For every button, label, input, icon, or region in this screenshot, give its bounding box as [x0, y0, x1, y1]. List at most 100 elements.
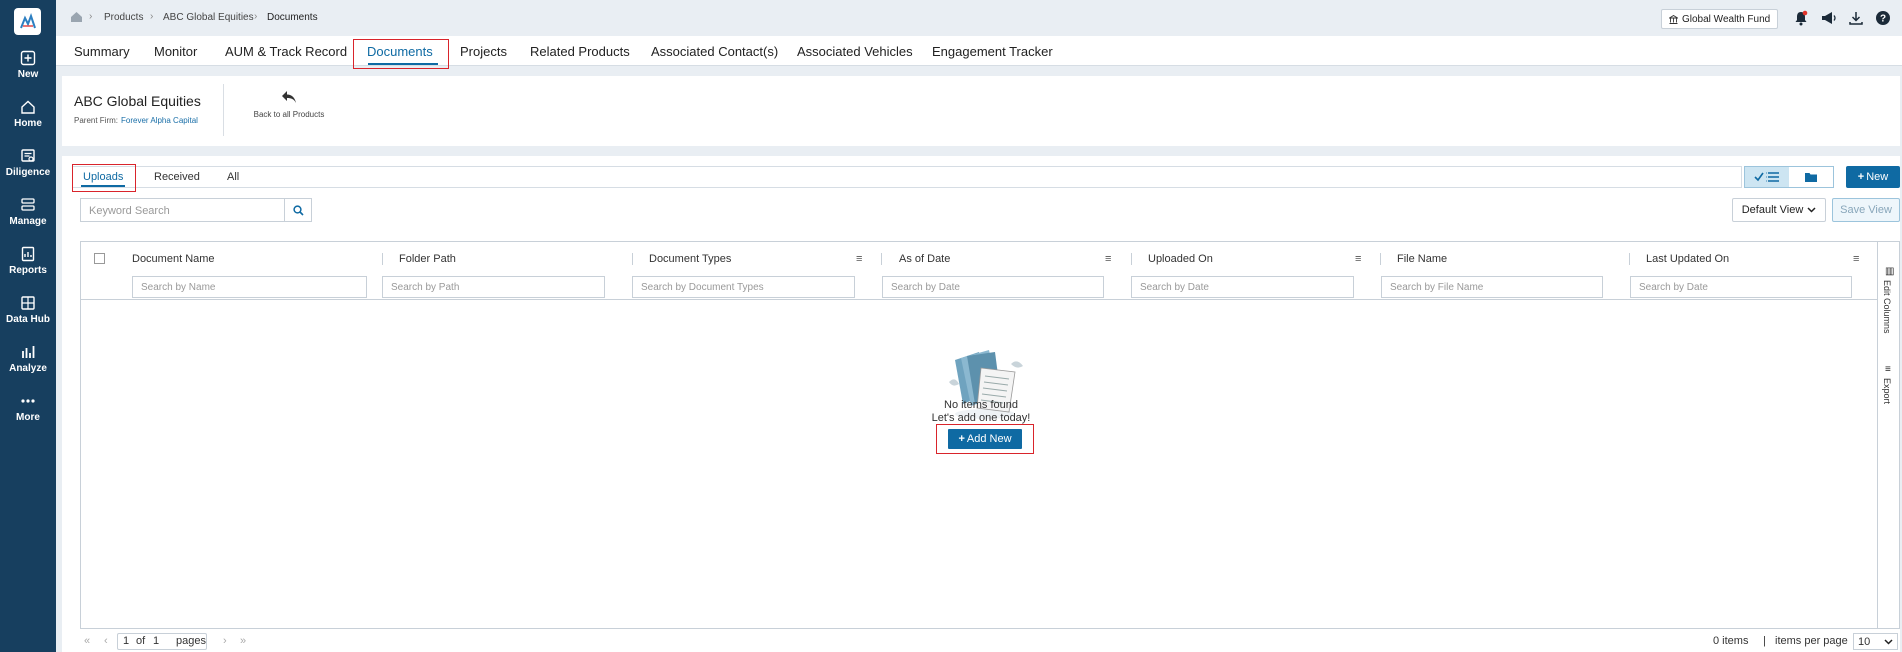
column-header-as-of-date[interactable]: As of Date: [899, 253, 950, 265]
home-icon[interactable]: [70, 11, 83, 23]
filter-document-name[interactable]: Search by Name: [132, 276, 367, 298]
subtab-all[interactable]: All: [227, 171, 239, 183]
divider: [223, 84, 224, 136]
items-per-page-value: 10: [1858, 636, 1871, 648]
column-header-folder-path[interactable]: Folder Path: [399, 253, 456, 265]
main-tabs: Summary Monitor AUM & Track Record Docum…: [56, 36, 1902, 66]
breadcrumb-separator: ›: [254, 11, 258, 22]
column-menu-icon[interactable]: ≡: [1853, 253, 1859, 265]
document-subtabs: Uploads Received All: [72, 166, 1742, 188]
folder-icon: [1805, 173, 1817, 182]
tab-projects[interactable]: Projects: [460, 44, 507, 59]
pager-of: of: [136, 635, 146, 647]
tab-related-products[interactable]: Related Products: [530, 44, 630, 59]
breadcrumb-separator: ›: [150, 11, 154, 22]
nav-label: New: [17, 69, 39, 80]
column-separator: [1131, 253, 1132, 265]
last-page-icon[interactable]: »: [240, 635, 246, 647]
top-bar: › Products › ABC Global Equities › Docum…: [56, 0, 1902, 36]
export-icon: ≡: [1885, 364, 1891, 375]
new-document-button[interactable]: + New: [1846, 166, 1900, 188]
total-pages: 1: [153, 635, 160, 647]
select-all-checkbox[interactable]: [94, 253, 105, 264]
parent-firm-link[interactable]: Forever Alpha Capital: [121, 116, 198, 125]
filter-folder-path[interactable]: Search by Path: [382, 276, 605, 298]
list-view-button[interactable]: [1745, 167, 1789, 187]
documents-grid: Document Name Folder Path Document Types…: [80, 241, 1900, 629]
nav-item-manage[interactable]: Manage: [0, 197, 56, 241]
folder-view-button[interactable]: [1789, 167, 1833, 187]
filter-as-of-date[interactable]: Search by Date: [882, 276, 1104, 298]
nav-item-new[interactable]: New: [0, 50, 56, 94]
next-page-icon[interactable]: ›: [223, 635, 227, 647]
nav-item-more[interactable]: More: [0, 393, 56, 437]
fund-selector[interactable]: Global Wealth Fund: [1661, 9, 1779, 29]
tab-aum-track-record[interactable]: AUM & Track Record: [225, 44, 347, 59]
column-header-uploaded-on[interactable]: Uploaded On: [1148, 253, 1213, 265]
tab-associated-contacts[interactable]: Associated Contact(s): [651, 44, 778, 59]
column-header-document-types[interactable]: Document Types: [649, 253, 731, 265]
tab-engagement-tracker[interactable]: Engagement Tracker: [932, 44, 1053, 59]
save-view-button[interactable]: Save View: [1832, 198, 1900, 222]
search-button[interactable]: [285, 198, 312, 222]
filter-document-types[interactable]: Search by Document Types: [632, 276, 855, 298]
download-icon[interactable]: [1847, 9, 1865, 27]
tab-monitor[interactable]: Monitor: [154, 44, 197, 59]
nav-label: Reports: [9, 265, 47, 276]
breadcrumb-products[interactable]: Products: [104, 12, 143, 23]
keyword-search-input[interactable]: Keyword Search: [80, 198, 285, 222]
column-separator: [1629, 253, 1630, 265]
tab-associated-vehicles[interactable]: Associated Vehicles: [797, 44, 913, 59]
bell-icon[interactable]: [1792, 9, 1810, 27]
items-per-page-select[interactable]: 10: [1853, 633, 1898, 650]
reports-icon: [21, 246, 35, 262]
nav-item-diligence[interactable]: Diligence: [0, 148, 56, 192]
column-header-document-name[interactable]: Document Name: [132, 253, 215, 265]
highlight-box: [353, 39, 449, 69]
home-icon: [21, 100, 35, 114]
sidebar: New Home Diligence Manage Reports Data H…: [0, 0, 56, 652]
manage-icon: [21, 198, 35, 211]
product-header: ABC Global Equities Parent Firm: Forever …: [62, 76, 1900, 146]
breadcrumb-separator: ›: [89, 11, 93, 22]
edit-columns-button[interactable]: ▥ Edit Columns: [1878, 266, 1901, 336]
column-menu-icon[interactable]: ≡: [1355, 253, 1361, 265]
nav-item-home[interactable]: Home: [0, 99, 56, 143]
bank-icon: [1669, 14, 1678, 24]
search-icon: [292, 204, 304, 216]
pager-divider: |: [1763, 635, 1766, 647]
column-menu-icon[interactable]: ≡: [856, 253, 862, 265]
back-label: Back to all Products: [253, 110, 325, 119]
view-selector[interactable]: Default View: [1732, 198, 1826, 222]
help-icon[interactable]: ?: [1874, 9, 1892, 27]
column-separator: [632, 253, 633, 265]
current-page-input[interactable]: 1: [123, 635, 129, 647]
breadcrumb-current: Documents: [267, 12, 318, 23]
nav-item-reports[interactable]: Reports: [0, 246, 56, 290]
nav-label: Home: [14, 118, 42, 129]
column-header-last-updated-on[interactable]: Last Updated On: [1646, 253, 1729, 265]
breadcrumb-product[interactable]: ABC Global Equities: [163, 12, 254, 23]
pager-pages: pages: [176, 635, 206, 647]
grid-side-rail: ▥ Edit Columns ≡ Export: [1877, 242, 1901, 628]
app-logo[interactable]: [14, 8, 41, 35]
nav-item-analyze[interactable]: Analyze: [0, 344, 56, 388]
export-button[interactable]: ≡ Export: [1878, 364, 1901, 414]
column-header-file-name[interactable]: File Name: [1397, 253, 1447, 265]
tab-summary[interactable]: Summary: [74, 44, 130, 59]
filter-file-name[interactable]: Search by File Name: [1381, 276, 1603, 298]
highlight-box: [936, 424, 1034, 454]
prev-page-icon[interactable]: ‹: [104, 635, 108, 647]
back-to-products[interactable]: Back to all Products: [244, 90, 334, 119]
nav-item-data-hub[interactable]: Data Hub: [0, 295, 56, 339]
column-menu-icon[interactable]: ≡: [1105, 253, 1111, 265]
filter-last-updated-on[interactable]: Search by Date: [1630, 276, 1852, 298]
first-page-icon[interactable]: «: [84, 635, 90, 647]
megaphone-icon[interactable]: [1819, 9, 1837, 27]
subtab-received[interactable]: Received: [154, 171, 200, 183]
product-title: ABC Global Equities: [74, 93, 201, 109]
more-dots-icon: [21, 399, 35, 403]
column-separator: [1380, 253, 1381, 265]
parent-firm-label: Parent Firm:: [74, 116, 119, 125]
filter-uploaded-on[interactable]: Search by Date: [1131, 276, 1354, 298]
